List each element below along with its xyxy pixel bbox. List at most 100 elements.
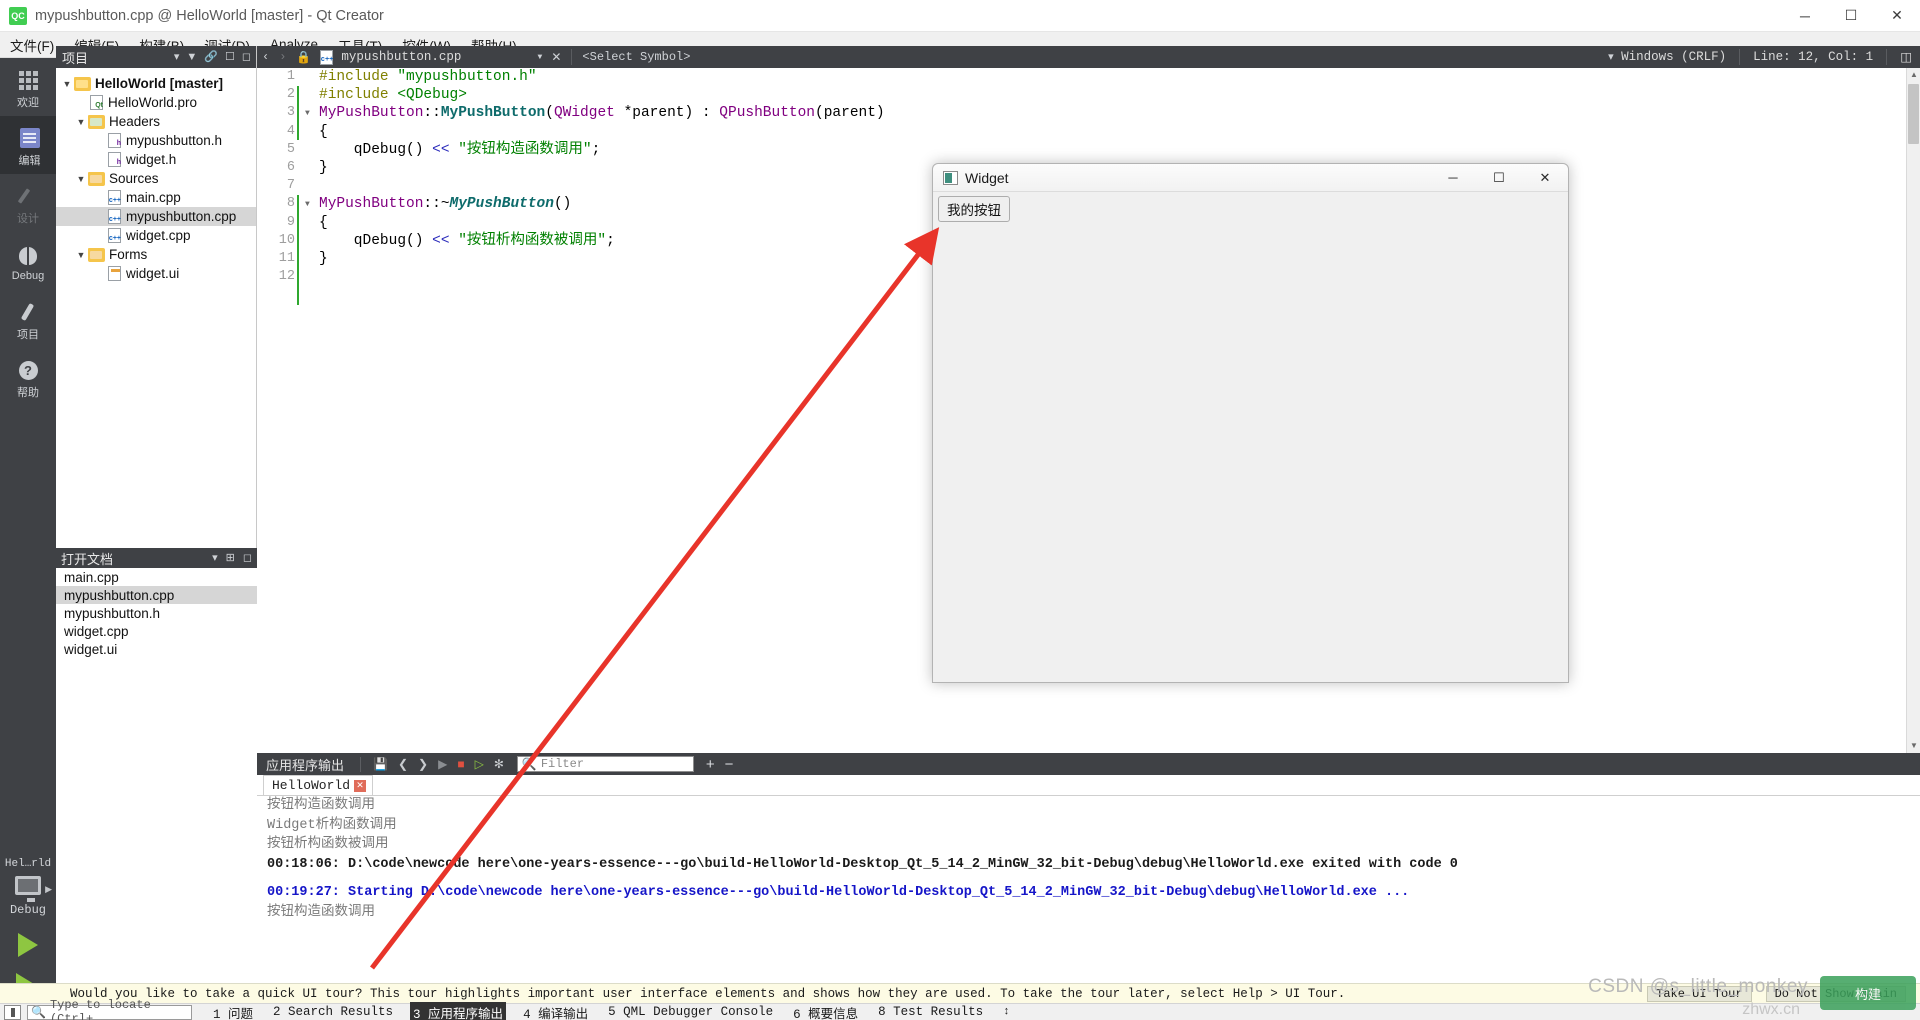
lock-icon[interactable]: 🔒 [291, 50, 316, 65]
maximize-icon[interactable]: ☐ [1476, 164, 1522, 192]
my-push-button[interactable]: 我的按钮 [938, 196, 1010, 222]
close-icon[interactable]: ✕ [354, 779, 367, 792]
tree-item-widget-ui[interactable]: ▼ widget.ui [56, 264, 256, 283]
status-bar: 🔍 Type to locate (Ctrl+... 1 问题 2 Search… [0, 998, 1920, 1020]
chevron-down-icon[interactable]: ▼ [74, 250, 88, 260]
maximize-icon[interactable]: ☐ [1828, 0, 1874, 32]
output-pane-updown-icon[interactable]: ↕ [1000, 1005, 1013, 1019]
mode-edit[interactable]: 编辑 [0, 116, 56, 174]
mode-welcome[interactable]: 欢迎 [0, 58, 56, 116]
tree-item-mypushbutton-cpp[interactable]: ▼ c++ mypushbutton.cpp [56, 207, 256, 226]
document-selector[interactable]: c++ mypushbutton.cpp ▼ [316, 49, 546, 65]
close-document-icon[interactable]: ✕ [546, 50, 566, 65]
symbol-selector[interactable]: <Select Symbol> [577, 50, 695, 64]
minimize-icon[interactable]: ─ [1430, 164, 1476, 192]
scrollbar-thumb[interactable] [1908, 84, 1919, 144]
mode-selector-bar: 欢迎 编辑 设计 Debug 项目 ? 帮助 Hel…rld Debug ▶ [0, 58, 56, 995]
attach-icon[interactable]: ✻ [489, 757, 509, 771]
chevron-down-icon[interactable]: ▼ [74, 174, 88, 184]
split-icon[interactable]: ☐ [225, 51, 235, 63]
back-icon[interactable]: ‹ [257, 50, 274, 64]
tree-item-widget-h[interactable]: ▼ h widget.h [56, 150, 256, 169]
line-number-gutter: 1 2 3 4 5 6 7 8 9 10 11 12 [257, 68, 301, 753]
status-item-search-results[interactable]: 2 Search Results [270, 1004, 396, 1020]
scroll-down-arrow-icon[interactable]: ▼ [1907, 739, 1920, 753]
open-doc-main-cpp[interactable]: main.cpp [56, 568, 257, 586]
line-ending-selector[interactable]: ▾ Windows (CRLF) [1608, 50, 1726, 64]
minimize-icon[interactable]: ─ [1782, 0, 1828, 32]
split-editor-icon[interactable]: ◫ [1900, 49, 1912, 65]
forward-icon[interactable]: › [274, 50, 291, 64]
kit-selector[interactable]: Hel…rld Debug [0, 858, 56, 997]
fold-marker-icon[interactable]: ▼ [305, 200, 310, 209]
open-doc-mypushbutton-h[interactable]: mypushbutton.h [56, 604, 257, 622]
prev-item-icon[interactable]: ❮ [393, 757, 413, 771]
menu-file[interactable]: 文件(F) [0, 32, 64, 58]
widget-window-body: 我的按钮 [933, 192, 1568, 682]
open-doc-widget-cpp[interactable]: widget.cpp [56, 622, 257, 640]
panel-close-icon[interactable]: ◻ [243, 552, 252, 564]
tree-item-headers[interactable]: ▼ Headers [56, 112, 256, 131]
output-tab-helloworld[interactable]: HelloWorld ✕ [263, 775, 374, 795]
mode-debug[interactable]: Debug [0, 232, 56, 290]
zoom-in-icon[interactable]: + [706, 756, 715, 773]
tree-item-helloworld-pro[interactable]: ▼ Qt HelloWorld.pro [56, 93, 256, 112]
mode-help[interactable]: ? 帮助 [0, 348, 56, 406]
tree-item-label: widget.ui [126, 266, 180, 281]
tree-item-label: mypushbutton.cpp [126, 209, 237, 224]
kit-expand-arrow-icon[interactable]: ▶ [45, 884, 52, 895]
tree-item-mypushbutton-h[interactable]: ▼ h mypushbutton.h [56, 131, 256, 150]
fold-marker-icon[interactable]: ▼ [305, 109, 310, 118]
scroll-up-arrow-icon[interactable]: ▲ [1907, 68, 1920, 82]
tree-item-forms[interactable]: ▼ Forms [56, 245, 256, 264]
locator-input[interactable]: 🔍 Type to locate (Ctrl+... [27, 998, 192, 1020]
status-item-compile-output[interactable]: 4 编译输出 [520, 1002, 591, 1020]
run-button[interactable] [18, 933, 38, 957]
chevron-down-icon[interactable]: ▼ [74, 117, 88, 127]
output-filter-input[interactable]: 🔍 Filter [516, 756, 694, 772]
status-item-issues[interactable]: 1 问题 [210, 1002, 256, 1020]
chevron-down-icon[interactable]: ▼ [60, 79, 74, 89]
mode-design[interactable]: 设计 [0, 174, 56, 232]
close-icon[interactable]: ✕ [1522, 164, 1568, 192]
chevron-down-icon[interactable]: ▾ [212, 552, 218, 564]
status-item-application-output[interactable]: 3 应用程序输出 [410, 1001, 507, 1020]
run-icon[interactable]: ▶ [433, 757, 452, 771]
rerun-icon[interactable]: ▷ [470, 757, 489, 771]
fold-column[interactable]: ▼ ▼ [301, 68, 319, 753]
file-header-icon: h [108, 133, 121, 148]
tree-item-main-cpp[interactable]: ▼ c++ main.cpp [56, 188, 256, 207]
widget-window-title: Widget [965, 169, 1009, 186]
tree-item-widget-cpp[interactable]: ▼ c++ widget.cpp [56, 226, 256, 245]
next-item-icon[interactable]: ❯ [413, 757, 433, 771]
status-item-overview[interactable]: 6 概要信息 [790, 1002, 861, 1020]
zoom-out-icon[interactable]: − [725, 756, 734, 773]
split-icon[interactable]: ⊞ [226, 552, 235, 564]
mode-help-label: 帮助 [17, 387, 39, 399]
open-documents-panel: 打开文档 ▾ ⊞ ◻ main.cpp mypushbutton.cpp myp… [56, 548, 257, 756]
tree-item-helloworld[interactable]: ▼ HelloWorld [master] [56, 74, 256, 93]
status-item-test-results[interactable]: 8 Test Results [875, 1004, 986, 1020]
open-doc-mypushbutton-cpp[interactable]: mypushbutton.cpp [56, 586, 257, 604]
close-icon[interactable]: ✕ [1874, 0, 1920, 32]
output-text-area[interactable]: 按钮构造函数调用 Widget析构函数调用 按钮析构函数被调用 00:18:06… [257, 796, 1920, 983]
toolbar-divider [1739, 49, 1741, 65]
status-item-qml-debugger-console[interactable]: 5 QML Debugger Console [605, 1004, 776, 1020]
qt-creator-window: QC mypushbutton.cpp @ HelloWorld [master… [0, 0, 1920, 1020]
stop-icon[interactable]: ■ [452, 757, 469, 771]
editor-toolbar: ‹ › 🔒 c++ mypushbutton.cpp ▼ ✕ <Select S… [257, 46, 1920, 68]
panel-close-icon[interactable]: ◻ [242, 51, 251, 63]
chevron-down-icon[interactable]: ▾ [174, 51, 180, 63]
filter-icon[interactable]: ▼ [186, 51, 197, 63]
mode-projects[interactable]: 项目 [0, 290, 56, 348]
sidebar-toggle-icon[interactable] [4, 1004, 21, 1020]
tree-item-sources[interactable]: ▼ Sources [56, 169, 256, 188]
chevron-down-icon[interactable]: ▼ [538, 53, 543, 62]
save-output-icon[interactable]: 💾 [368, 757, 393, 771]
filter-placeholder: Filter [540, 757, 585, 771]
folder-headers-icon [88, 114, 105, 129]
open-documents-header: 打开文档 ▾ ⊞ ◻ [56, 548, 257, 568]
link-icon[interactable]: 🔗 [204, 51, 218, 63]
editor-vertical-scrollbar[interactable]: ▲ ▼ [1906, 68, 1920, 753]
open-doc-widget-ui[interactable]: widget.ui [56, 640, 257, 658]
